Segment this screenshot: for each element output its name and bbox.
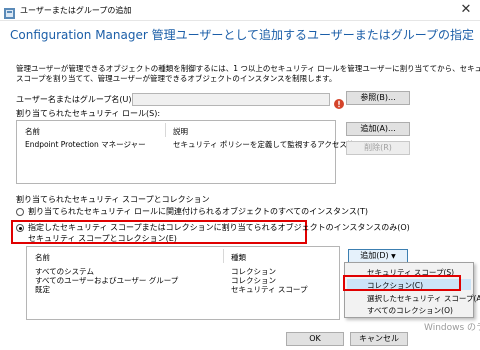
menu-item-all-collections[interactable]: すべてのコレクション(O) (367, 305, 453, 316)
scopes-col-type: 種類 (231, 253, 246, 262)
roles-col-name: 名前 (25, 127, 40, 136)
scopes-col-name: 名前 (35, 253, 50, 262)
add-role-button[interactable]: 追加(A)... (346, 122, 410, 136)
close-button[interactable]: ✕ (456, 1, 476, 19)
page-title: Configuration Manager 管理ユーザーとして追加するユーザーま… (10, 28, 475, 42)
windows-activation-watermark: Windows のライセ (424, 323, 480, 333)
highlight-box-collection (343, 275, 461, 291)
role-row-description: セキュリティ ポリシーを定義して監視するアクセス許... (173, 140, 362, 149)
scopes-label: 割り当てられたセキュリティ スコープとコレクション (16, 195, 210, 204)
scopes-list[interactable]: 名前 種類 すべてのシステム コレクション すべてのユーザーおよびユーザー グル… (26, 246, 340, 320)
radio-specified-instances[interactable] (16, 224, 24, 232)
scopes-collections-label: セキュリティ スコープとコレクション(E) (28, 234, 177, 243)
user-group-input[interactable] (132, 93, 330, 106)
menu-item-selected-security-scope[interactable]: 選択したセキュリティ スコープ(A) (367, 293, 480, 304)
app-icon (4, 4, 15, 19)
chevron-down-icon: ▼ (391, 253, 396, 260)
browse-button[interactable]: 参照(B)... (346, 91, 410, 105)
description-line-2: スコープを割り当てて、管理ユーザーが管理できるオブジェクトのインスタンスを制限し… (16, 74, 337, 83)
warning-icon (334, 94, 344, 109)
scope-row-name[interactable]: 既定 (35, 284, 50, 295)
ok-button[interactable]: OK (286, 332, 344, 346)
radio-specified-instances-label[interactable]: 指定したセキュリティ スコープまたはコレクションに割り当てられるオブジェクトのイ… (28, 223, 410, 233)
role-row-name[interactable]: Endpoint Protection マネージャー (25, 139, 146, 150)
window-title: ユーザーまたはグループの追加 (20, 6, 132, 15)
add-scope-label: 追加(D) (360, 251, 389, 260)
radio-all-instances[interactable] (16, 208, 24, 216)
roles-label: 割り当てられたセキュリティ ロール(S): (16, 109, 161, 118)
remove-role-button[interactable]: 削除(R) (346, 141, 410, 155)
column-divider (223, 249, 224, 263)
scope-row-name[interactable]: すべてのユーザーおよびユーザー グループ (35, 275, 178, 286)
description-line-1: 管理ユーザーが管理できるオブジェクトの種類を制御するには、1 つ以上のセキュリテ… (16, 64, 480, 73)
column-divider (165, 123, 166, 137)
cancel-button[interactable]: キャンセル (350, 332, 408, 346)
roles-col-description: 説明 (173, 127, 188, 136)
add-scope-dropdown-button[interactable]: 追加(D) ▼ (348, 249, 408, 263)
scope-row-type: セキュリティ スコープ (231, 285, 308, 294)
radio-all-instances-label[interactable]: 割り当てられたセキュリティ ロールに関連付けられるオブジェクトのすべてのインスタ… (28, 207, 368, 217)
roles-list[interactable]: 名前 説明 Endpoint Protection マネージャー セキュリティ … (16, 120, 362, 184)
close-icon: ✕ (460, 2, 472, 17)
user-group-label: ユーザー名またはグループ名(U): (16, 95, 135, 104)
